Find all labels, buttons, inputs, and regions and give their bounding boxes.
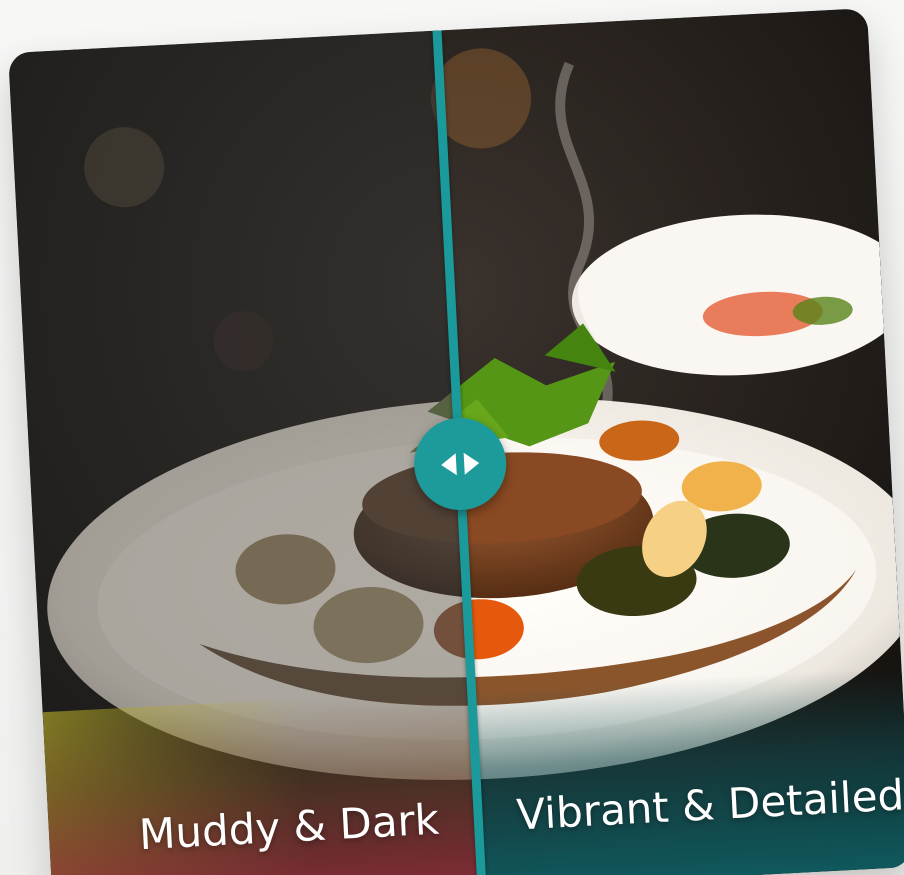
before-after-comparison[interactable]: Muddy & Dark Vibrant & Detailed [8,8,904,875]
chevron-left-icon [440,453,457,476]
after-label-band [472,667,904,875]
partial-heading [150,0,750,18]
chevron-right-icon [463,452,480,475]
after-image-pane [437,8,904,875]
page: Muddy & Dark Vibrant & Detailed [0,0,904,875]
before-image-pane [8,30,483,875]
